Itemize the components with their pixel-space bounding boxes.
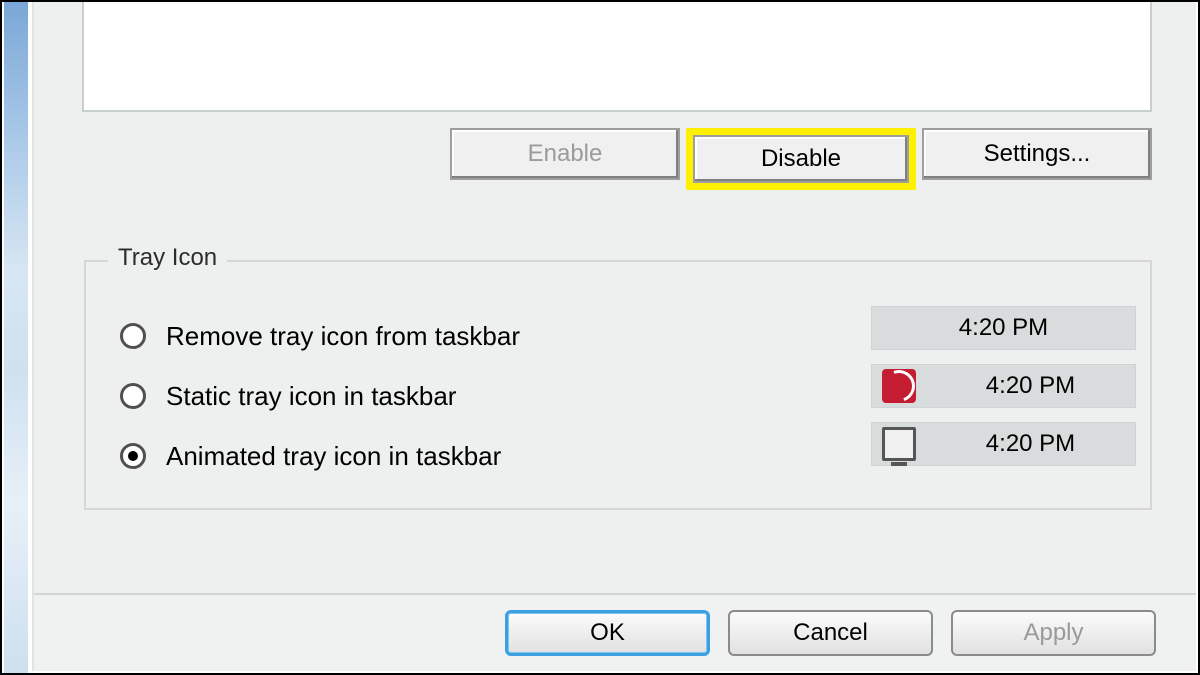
disable-button-highlight: Disable	[686, 128, 916, 190]
ok-button[interactable]: OK	[505, 610, 710, 656]
group-legend: Tray Icon	[108, 244, 227, 272]
tray-preview-column: 4:20 PM 4:20 PM 4:20 PM	[871, 306, 1136, 480]
app-tray-icon	[882, 369, 916, 403]
radio-icon	[120, 323, 146, 349]
dialog-body: Enable Disable Settings... Tray Icon Rem…	[32, 2, 1196, 671]
cancel-button[interactable]: Cancel	[728, 610, 933, 656]
tray-preview-time: 4:20 PM	[926, 372, 1135, 400]
enable-button: Enable	[450, 128, 680, 180]
tray-preview-time: 4:20 PM	[926, 430, 1135, 458]
radio-label: Static tray icon in taskbar	[166, 381, 456, 412]
plugin-action-row: Enable Disable Settings...	[450, 128, 1152, 190]
disable-button[interactable]: Disable	[693, 135, 909, 183]
settings-button[interactable]: Settings...	[922, 128, 1152, 180]
tray-preview-static: 4:20 PM	[871, 364, 1136, 408]
radio-icon	[120, 443, 146, 469]
tray-preview-time: 4:20 PM	[872, 314, 1135, 342]
radio-icon	[120, 383, 146, 409]
tray-preview-none: 4:20 PM	[871, 306, 1136, 350]
dialog-button-bar: OK Cancel Apply	[34, 593, 1196, 671]
monitor-icon	[882, 427, 916, 461]
tray-preview-animated: 4:20 PM	[871, 422, 1136, 466]
window-frame-stripe	[4, 2, 28, 673]
plugins-list[interactable]	[82, 2, 1152, 112]
tray-icon-group: Tray Icon Remove tray icon from taskbar …	[84, 260, 1152, 510]
radio-label: Remove tray icon from taskbar	[166, 321, 520, 352]
apply-button: Apply	[951, 610, 1156, 656]
radio-label: Animated tray icon in taskbar	[166, 441, 501, 472]
